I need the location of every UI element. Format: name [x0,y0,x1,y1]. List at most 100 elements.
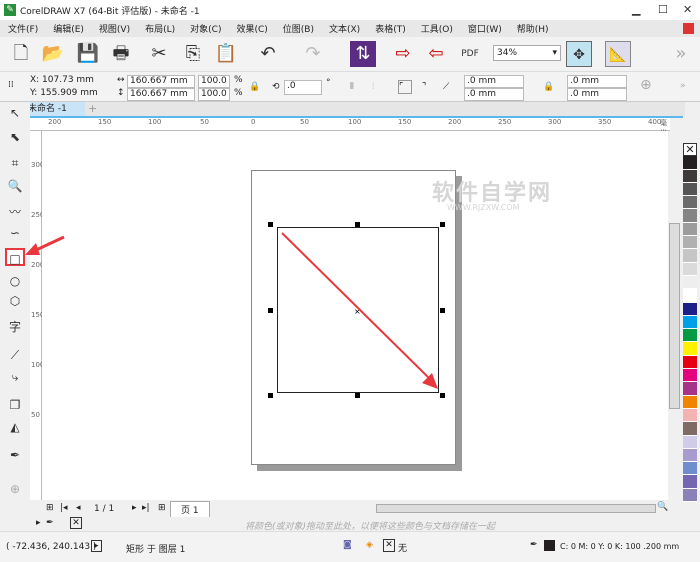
user-icon[interactable] [683,23,694,34]
color-swatch[interactable] [683,462,697,476]
scroll-thumb[interactable] [669,223,680,409]
no-color-swatch[interactable]: ✕ [683,143,697,157]
menu-window[interactable]: 窗口(W) [468,22,502,35]
export-icon[interactable]: ⇦ [423,41,449,67]
first-page-icon[interactable]: |◂ [60,503,68,513]
full-screen-icon[interactable]: ✥ [566,41,592,67]
color-swatch[interactable] [683,182,697,197]
height-field[interactable]: 160.667 mm [127,88,195,101]
menu-bitmaps[interactable]: 位图(B) [283,22,314,35]
freehand-tool-icon[interactable]: 〰 [5,203,25,221]
corner-radius-bottom-right[interactable]: .0 mm [567,88,627,101]
add-tab-icon[interactable]: + [88,102,97,115]
reference-point-icon[interactable]: ⁞⁞ [8,79,14,92]
corner-radius-top-left[interactable]: .0 mm [464,75,524,88]
text-tool-icon[interactable]: 字 [5,318,25,336]
undo-icon[interactable]: ↶ [255,41,281,67]
palette-menu-icon[interactable]: ▸ [36,518,41,528]
zoom-tool-icon[interactable]: 🔍 [5,177,25,195]
transparency-tool-icon[interactable]: ◭ [5,418,25,436]
y-position-field[interactable]: Y: 155.909 mm [28,88,104,101]
next-page-icon[interactable]: ▸ [132,503,137,513]
color-swatch[interactable] [683,355,697,370]
lock-ratio-icon[interactable]: 🔒 [249,81,260,94]
color-swatch[interactable] [683,408,697,423]
corner-radius-bottom-left[interactable]: .0 mm [464,88,524,101]
color-swatch[interactable] [683,475,697,489]
propbar-overflow-icon[interactable]: » [680,80,686,93]
document-tab[interactable]: 未命名 -1 [25,102,85,116]
save-icon[interactable]: 💾 [75,41,101,67]
fill-icon[interactable]: ◈ [366,540,373,550]
print-icon[interactable]: 🖶 [108,41,134,67]
color-swatch[interactable] [683,209,697,223]
drop-shadow-tool-icon[interactable]: ❐ [5,396,25,414]
color-swatch[interactable] [683,448,697,463]
menu-view[interactable]: 视图(V) [99,22,130,35]
horizontal-scrollbar[interactable] [376,504,656,513]
status-menu-icon[interactable]: ▸ [91,540,102,552]
scale-y-field[interactable]: 100.0 [198,88,230,101]
outline-color-swatch[interactable] [544,540,555,551]
mirror-horizontal-icon[interactable]: ⫴ [350,81,354,94]
color-swatch[interactable] [683,329,697,343]
eyedropper-icon[interactable]: ✒ [46,518,54,528]
color-swatch[interactable] [683,289,697,303]
color-swatch[interactable] [683,262,697,276]
scale-x-field[interactable]: 100.0 [198,75,230,88]
drawing-canvas[interactable]: 软件自学网 WWW.RJZXW.COM × [42,131,668,500]
color-swatch[interactable] [683,422,697,436]
color-swatch[interactable] [683,395,697,409]
minimize-button[interactable]: ▁ [632,3,640,16]
menu-tools[interactable]: 工具(O) [421,22,453,35]
import-icon[interactable]: ⇨ [390,41,416,67]
page-tab[interactable]: 页 1 [170,501,210,517]
lock-corners-icon[interactable]: 🔒 [543,81,554,94]
zoom-level-select[interactable]: 34% ▾ [493,45,561,61]
cut-icon[interactable]: ✂ [146,41,172,67]
chamfered-corner-icon[interactable]: ⟋ [443,81,449,94]
open-icon[interactable]: 📂 [40,41,66,67]
eyedropper-tool-icon[interactable]: ✒ [5,446,25,464]
add-page-end-icon[interactable]: ⊞ [158,503,166,513]
color-swatch[interactable] [683,156,697,170]
pick-tool-icon[interactable]: ↖ [5,104,25,122]
fill-none-swatch[interactable]: ✕ [383,539,395,552]
color-swatch[interactable] [683,382,697,396]
color-swatch[interactable] [683,488,697,503]
color-swatch[interactable] [683,342,697,356]
color-swatch[interactable] [683,302,697,316]
round-corner-icon[interactable]: ⌜ [398,80,412,94]
rulers-icon[interactable]: 📐 [605,41,631,67]
menu-object[interactable]: 对象(C) [190,22,221,35]
menu-table[interactable]: 表格(T) [375,22,406,35]
maximize-button[interactable]: ☐ [658,3,668,16]
menu-effects[interactable]: 效果(C) [236,22,267,35]
redo-icon[interactable]: ↷ [300,41,326,67]
scalloped-corner-icon[interactable]: ⌝ [422,81,426,94]
x-position-field[interactable]: X: 107.73 mm [28,75,104,88]
color-proof-icon[interactable]: ◙ [343,540,352,550]
paste-icon[interactable]: 📋 [213,41,239,67]
color-swatch[interactable] [683,315,697,330]
color-swatch[interactable] [683,236,697,250]
color-swatch[interactable] [683,169,697,183]
corner-radius-top-right[interactable]: .0 mm [567,75,627,88]
width-field[interactable]: 160.667 mm [127,75,195,88]
corel-connect-icon[interactable]: ⇅ [350,41,376,67]
color-swatch[interactable] [683,369,697,383]
polygon-tool-icon[interactable]: ⬡ [5,292,25,310]
new-icon[interactable]: 🗋 [8,41,34,67]
no-color-swatch[interactable]: ✕ [70,517,82,529]
add-tool-icon[interactable]: ⊕ [5,480,25,498]
pdf-icon[interactable]: PDF [457,41,483,67]
zoom-navigator-icon[interactable]: 🔍 [657,502,668,512]
outline-pen-icon[interactable]: ✒ [530,540,538,550]
menu-help[interactable]: 帮助(H) [517,22,549,35]
copy-icon[interactable]: ⎘ [180,41,206,67]
last-page-icon[interactable]: ▸| [142,503,150,513]
parallel-dimension-tool-icon[interactable]: ⟋ [5,346,25,364]
menu-text[interactable]: 文本(X) [329,22,360,35]
prev-page-icon[interactable]: ◂ [76,503,81,513]
add-preset-icon[interactable]: ⊕ [640,78,652,92]
